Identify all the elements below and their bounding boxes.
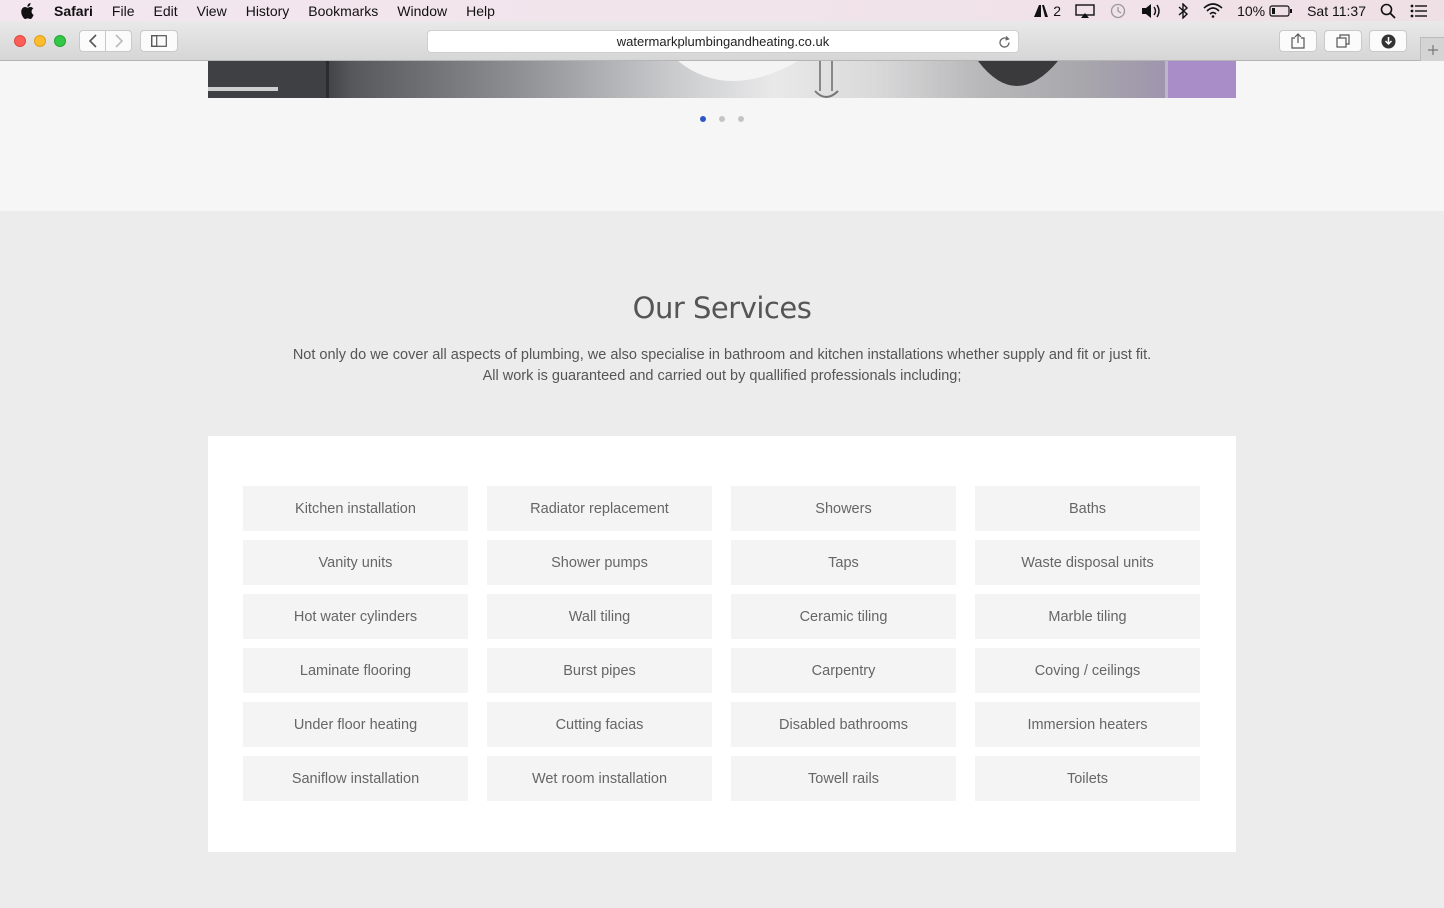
tab-overview-button[interactable] — [1324, 30, 1362, 52]
service-item: Ceramic tiling — [731, 594, 956, 639]
address-bar[interactable]: watermarkplumbingandheating.co.uk — [427, 30, 1019, 53]
wifi-icon[interactable] — [1203, 3, 1223, 18]
service-item: Wall tiling — [487, 594, 712, 639]
services-description-line-2: All work is guaranteed and carried out b… — [482, 368, 962, 384]
service-item: Burst pipes — [487, 648, 712, 693]
adobe-icon — [1034, 4, 1049, 17]
service-item: Saniflow installation — [243, 756, 468, 801]
menu-window[interactable]: Window — [397, 3, 447, 19]
service-item: Showers — [731, 486, 956, 531]
hero-slide-image[interactable] — [208, 61, 1236, 98]
chevron-right-icon — [114, 34, 123, 48]
service-item: Waste disposal units — [975, 540, 1200, 585]
volume-icon[interactable] — [1141, 3, 1163, 19]
service-item: Shower pumps — [487, 540, 712, 585]
apple-icon[interactable] — [18, 2, 36, 20]
service-item: Under floor heating — [243, 702, 468, 747]
menu-edit[interactable]: Edit — [153, 3, 177, 19]
notification-center-icon[interactable] — [1410, 4, 1428, 18]
menu-bar: Safari File Edit View History Bookmarks … — [0, 0, 1444, 21]
web-page: Our Services Not only do we cover all as… — [0, 61, 1444, 908]
service-item: Toilets — [975, 756, 1200, 801]
chevron-left-icon — [88, 34, 97, 48]
carousel-dot-3[interactable] — [738, 116, 744, 122]
services-panel: Kitchen installation Radiator replacemen… — [208, 436, 1236, 852]
tabs-icon — [1336, 34, 1350, 48]
address-text: watermarkplumbingandheating.co.uk — [616, 34, 830, 49]
battery-status[interactable]: 10% — [1237, 3, 1293, 19]
menu-app-name[interactable]: Safari — [54, 3, 93, 19]
service-item: Taps — [731, 540, 956, 585]
service-item: Coving / ceilings — [975, 648, 1200, 693]
services-title: Our Services — [632, 291, 812, 325]
new-tab-button[interactable] — [1420, 37, 1444, 61]
carousel-dot-1[interactable] — [700, 116, 706, 122]
service-item: Immersion heaters — [975, 702, 1200, 747]
menu-file[interactable]: File — [112, 3, 135, 19]
sidebar-toggle-button[interactable] — [140, 30, 178, 52]
plus-icon — [1427, 44, 1438, 55]
battery-icon — [1269, 4, 1293, 17]
menu-bookmarks[interactable]: Bookmarks — [308, 3, 378, 19]
hero-section — [0, 61, 1444, 211]
service-item: Cutting facias — [487, 702, 712, 747]
service-item: Towell rails — [731, 756, 956, 801]
time-machine-icon[interactable] — [1109, 3, 1127, 19]
service-item: Baths — [975, 486, 1200, 531]
service-item: Disabled bathrooms — [731, 702, 956, 747]
downloads-button[interactable] — [1369, 30, 1407, 52]
adobe-status[interactable]: 2 — [1033, 3, 1061, 19]
download-icon — [1381, 34, 1395, 48]
window-zoom-button[interactable] — [54, 35, 66, 47]
window-minimize-button[interactable] — [34, 35, 46, 47]
service-item: Wet room installation — [487, 756, 712, 801]
sidebar-icon — [151, 35, 167, 47]
back-button[interactable] — [79, 30, 106, 52]
window-close-button[interactable] — [14, 35, 26, 47]
menu-help[interactable]: Help — [466, 3, 495, 19]
adobe-count: 2 — [1053, 2, 1062, 19]
carousel-dot-2[interactable] — [719, 116, 725, 122]
service-item: Kitchen installation — [243, 486, 468, 531]
service-item: Vanity units — [243, 540, 468, 585]
browser-toolbar: watermarkplumbingandheating.co.uk — [0, 21, 1444, 61]
share-button[interactable] — [1279, 30, 1317, 52]
service-item: Carpentry — [731, 648, 956, 693]
services-grid: Kitchen installation Radiator replacemen… — [243, 486, 1200, 801]
spotlight-icon[interactable] — [1380, 3, 1396, 19]
carousel-indicators — [0, 116, 1444, 122]
service-item: Hot water cylinders — [243, 594, 468, 639]
service-item: Laminate flooring — [243, 648, 468, 693]
menu-view[interactable]: View — [197, 3, 227, 19]
service-item: Marble tiling — [975, 594, 1200, 639]
battery-percent: 10% — [1237, 2, 1266, 19]
airplay-icon[interactable] — [1075, 3, 1095, 18]
forward-button[interactable] — [105, 30, 132, 52]
services-description-line-1: Not only do we cover all aspects of plum… — [292, 347, 1152, 363]
share-icon — [1291, 33, 1305, 49]
status-area: 2 10% Sat 11:37 — [1019, 0, 1428, 21]
reload-icon[interactable] — [996, 34, 1012, 50]
service-item: Radiator replacement — [487, 486, 712, 531]
clock[interactable]: Sat 11:37 — [1307, 3, 1366, 19]
bluetooth-icon[interactable] — [1177, 2, 1189, 19]
menu-history[interactable]: History — [246, 3, 290, 19]
services-description: Not only do we cover all aspects of plum… — [0, 345, 1444, 387]
